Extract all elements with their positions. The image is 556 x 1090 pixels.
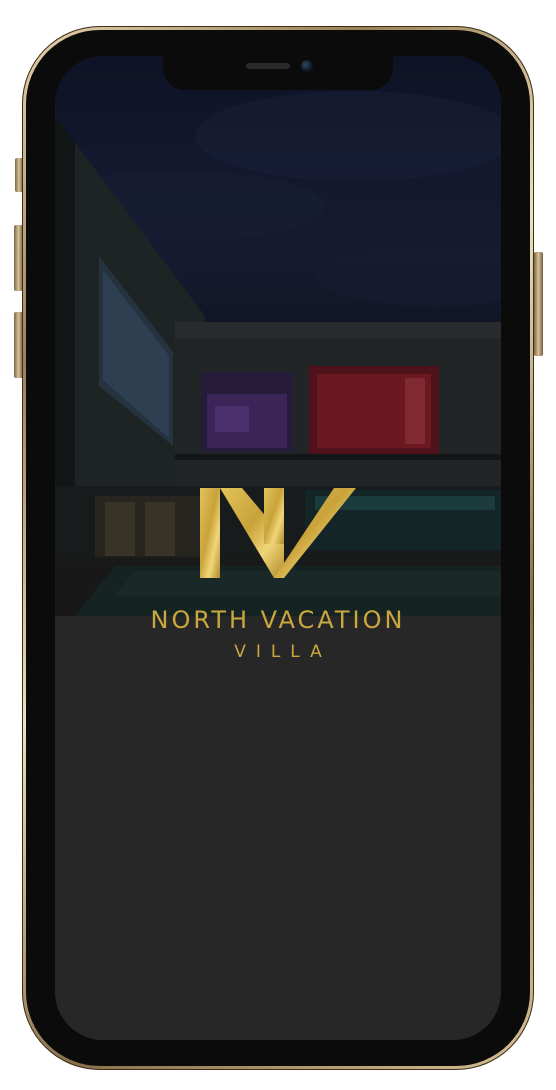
brand-name: NORTH VACATION xyxy=(150,606,406,634)
brand-subtitle: VILLA xyxy=(234,642,332,662)
screen-notch xyxy=(163,56,393,90)
app-screen[interactable]: NORTH VACATION VILLA xyxy=(55,56,501,1040)
brand-block: NORTH VACATION VILLA xyxy=(55,484,501,662)
screen-holder: NORTH VACATION VILLA xyxy=(22,26,534,1070)
nv-logo-icon xyxy=(200,488,356,578)
front-camera xyxy=(301,60,313,72)
device-mockup: NORTH VACATION VILLA xyxy=(0,0,556,1090)
earpiece-speaker xyxy=(246,63,290,69)
power-button xyxy=(534,252,543,356)
